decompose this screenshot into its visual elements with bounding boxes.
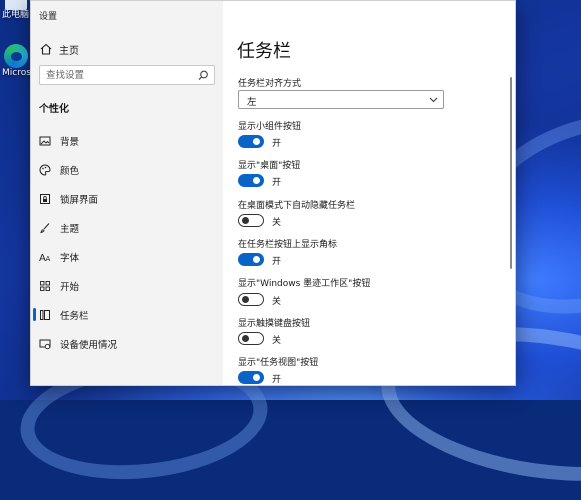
- setting-label: 显示触摸键盘按钮: [238, 319, 311, 329]
- toggle-state: 关: [272, 297, 282, 307]
- toggle-knob: [253, 374, 260, 381]
- ink-workspace-toggle[interactable]: [238, 293, 264, 306]
- search-input[interactable]: [46, 69, 196, 82]
- setting-label: 在桌面模式下自动隐藏任务栏: [238, 201, 356, 211]
- toggle-knob: [253, 177, 260, 184]
- sidebar-item-fonts[interactable]: AA 字体: [31, 242, 223, 271]
- taskbar-icon: [40, 309, 50, 320]
- sidebar-section-title: 个性化: [39, 104, 69, 115]
- sidebar-item-themes[interactable]: 主题: [31, 213, 223, 242]
- sidebar-item-label: 字体: [60, 252, 80, 264]
- sidebar-item-background[interactable]: 背景: [31, 126, 223, 155]
- sidebar: 主页 个性化 背景 颜色 锁屏界面: [31, 29, 223, 385]
- toggle-state: 开: [272, 139, 282, 149]
- desktop-icon-label: 此电脑: [2, 10, 30, 20]
- sidebar-item-start[interactable]: 开始: [31, 271, 223, 300]
- palette-icon: [39, 163, 51, 176]
- sidebar-item-label: 开始: [60, 281, 80, 293]
- setting-label: 显示小组件按钮: [238, 122, 302, 132]
- content-pane: 任务栏 任务栏对齐方式 左 显示小组件按钮 开 显示"桌面"按钮 开 在桌面模式…: [223, 1, 515, 385]
- sidebar-item-lock-screen[interactable]: 锁屏界面: [31, 184, 223, 213]
- sidebar-item-device-usage[interactable]: 设备使用情况: [31, 329, 223, 358]
- computer-icon: [5, 0, 27, 10]
- alignment-dropdown[interactable]: 左: [238, 90, 444, 109]
- sidebar-item-label: 背景: [60, 136, 80, 148]
- toggle-knob: [242, 295, 249, 303]
- sidebar-nav: 背景 颜色 锁屏界面 主题 AA 字体 开始 任务栏 设备使用情况: [31, 126, 223, 358]
- sidebar-item-colors[interactable]: 颜色: [31, 155, 223, 184]
- setting-label: 显示"任务视图"按钮: [238, 358, 319, 368]
- scrollbar[interactable]: [510, 77, 512, 269]
- toggle-knob: [253, 256, 260, 263]
- sidebar-item-label: 颜色: [60, 165, 80, 177]
- desktop-icon-label: Microsoft Edge: [2, 68, 68, 78]
- start-icon: [40, 280, 50, 291]
- desktop-icon-this-pc[interactable]: 此电脑: [2, 0, 30, 20]
- device-usage-icon: [39, 339, 51, 349]
- badges-toggle[interactable]: [238, 253, 264, 266]
- toggle-knob: [253, 138, 260, 145]
- task-view-toggle[interactable]: [238, 371, 264, 384]
- brush-icon: [40, 222, 50, 233]
- active-indicator: [33, 308, 36, 321]
- sidebar-home-label: 主页: [59, 45, 79, 57]
- toggle-state: 关: [272, 218, 282, 228]
- setting-label: 显示"Windows 墨迹工作区"按钮: [238, 279, 371, 289]
- edge-logo-icon: [4, 44, 28, 68]
- widgets-button-toggle[interactable]: [238, 135, 264, 148]
- toggle-state: 关: [272, 336, 282, 346]
- search-icon[interactable]: [198, 70, 209, 81]
- toggle-knob: [242, 216, 249, 224]
- alignment-label: 任务栏对齐方式: [238, 79, 302, 89]
- toggle-knob: [242, 334, 249, 342]
- auto-hide-taskbar-toggle[interactable]: [238, 214, 264, 227]
- search-box[interactable]: [39, 65, 215, 85]
- setting-label: 在任务栏按钮上显示角标: [238, 240, 338, 250]
- toggle-state: 开: [272, 375, 282, 385]
- sidebar-item-label: 任务栏: [60, 310, 89, 322]
- sidebar-item-label: 锁屏界面: [60, 194, 99, 206]
- sidebar-item-label: 主题: [60, 223, 80, 235]
- svg-text:A: A: [46, 255, 51, 263]
- touch-keyboard-toggle[interactable]: [238, 332, 264, 345]
- sidebar-item-label: 设备使用情况: [60, 339, 118, 351]
- picture-icon: [39, 136, 51, 145]
- page-title: 任务栏: [237, 41, 291, 62]
- chevron-down-icon: [429, 97, 438, 103]
- desktop-icon-edge[interactable]: Microsoft Edge: [2, 44, 68, 78]
- desktop-button-toggle[interactable]: [238, 174, 264, 187]
- font-icon: AA: [39, 253, 51, 263]
- window-title: 设置: [39, 12, 58, 22]
- sidebar-item-taskbar[interactable]: 任务栏: [31, 300, 223, 329]
- settings-window: 设置 主页 个性化 背景: [30, 0, 516, 386]
- sidebar-item-home[interactable]: 主页: [39, 39, 79, 59]
- alignment-value: 左: [247, 97, 257, 108]
- toggle-state: 开: [272, 257, 282, 267]
- home-icon: [40, 43, 52, 55]
- toggle-state: 开: [272, 178, 282, 188]
- lock-screen-icon: [40, 193, 50, 204]
- setting-label: 显示"桌面"按钮: [238, 161, 301, 171]
